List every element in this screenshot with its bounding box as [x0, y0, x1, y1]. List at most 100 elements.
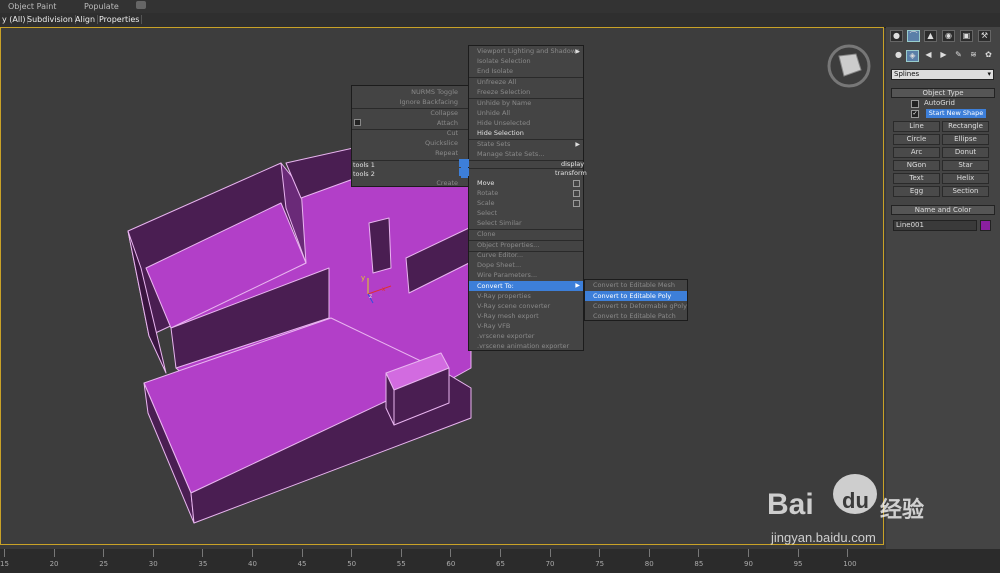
menu-convert-deformable-gpoly[interactable]: Convert to Deformable gPoly [593, 302, 687, 310]
menu-convert-to[interactable]: Convert To: [477, 282, 514, 290]
subbar-subdivision[interactable]: Subdivision [25, 15, 76, 24]
baidu-watermark: Bai du 经验 jingyan.baidu.com [767, 466, 947, 556]
menu-wire-parameters[interactable]: Wire Parameters... [477, 271, 537, 279]
menu-vray-properties[interactable]: V-Ray properties [477, 292, 531, 300]
line-button[interactable]: Line [893, 121, 940, 132]
attach-settings-icon[interactable] [354, 119, 361, 126]
tab-populate[interactable]: Populate [84, 2, 119, 11]
menu-end-isolate[interactable]: End Isolate [477, 67, 513, 75]
menu-unhide-by-name[interactable]: Unhide by Name [477, 99, 531, 107]
rollout-object-type[interactable]: Object Type [891, 88, 995, 98]
hierarchy-tab-icon[interactable]: ▲ [924, 30, 937, 42]
menu-state-sets[interactable]: State Sets [477, 140, 510, 148]
menu-vrscene-animation-exporter[interactable]: .vrscene animation exporter [477, 342, 569, 350]
subbar-properties[interactable]: Properties [97, 15, 143, 24]
helix-button[interactable]: Helix [942, 173, 989, 184]
lights-icon[interactable]: ◀ [922, 50, 935, 62]
ribbon-subbar: y (All) Subdivision Align Properties [0, 13, 1000, 28]
menu-collapse[interactable]: Collapse [430, 109, 458, 117]
geometry-icon[interactable]: ● [892, 50, 905, 62]
autogrid-label: AutoGrid [924, 99, 955, 107]
menu-freeze-selection[interactable]: Freeze Selection [477, 88, 530, 96]
menu-convert-editable-mesh[interactable]: Convert to Editable Mesh [593, 281, 675, 289]
utilities-tab-icon[interactable]: ⚒ [978, 30, 991, 42]
star-button[interactable]: Star [942, 160, 989, 171]
menu-move[interactable]: Move [477, 179, 494, 187]
menu-convert-editable-patch[interactable]: Convert to Editable Patch [593, 312, 676, 320]
shapes-icon[interactable]: ◈ [906, 50, 919, 62]
move-settings-icon[interactable] [573, 180, 580, 187]
menu-rotate[interactable]: Rotate [477, 189, 498, 197]
object-name-input[interactable]: Line001 [893, 220, 977, 231]
menu-vray-scene-converter[interactable]: V-Ray scene converter [477, 302, 550, 310]
motion-tab-icon[interactable]: ◉ [942, 30, 955, 42]
menu-hide-unselected[interactable]: Hide Unselected [477, 119, 530, 127]
ruler-tick-mark [599, 549, 601, 557]
menu-isolate-selection[interactable]: Isolate Selection [477, 57, 531, 65]
egg-button[interactable]: Egg [893, 186, 940, 197]
quad-label-tools1: tools 1 [353, 161, 375, 169]
ruler-tick-label: 50 [347, 560, 357, 568]
menu-object-properties[interactable]: Object Properties... [477, 241, 539, 249]
ruler-tick-mark [53, 549, 55, 557]
ngon-button[interactable]: NGon [893, 160, 940, 171]
cameras-icon[interactable]: ▶ [937, 50, 950, 62]
rectangle-button[interactable]: Rectangle [942, 121, 989, 132]
ruler-tick-label: 100 [843, 560, 857, 568]
donut-button[interactable]: Donut [942, 147, 989, 158]
quad-label-tools2: tools 2 [353, 170, 375, 178]
svg-text:z: z [369, 293, 372, 300]
text-button[interactable]: Text [893, 173, 940, 184]
menu-vrscene-exporter[interactable]: .vrscene exporter [477, 332, 534, 340]
menu-vray-vfb[interactable]: V-Ray VFB [477, 322, 510, 330]
section-button[interactable]: Section [942, 186, 989, 197]
menu-select-similar[interactable]: Select Similar [477, 219, 522, 227]
menu-cut[interactable]: Cut [447, 129, 458, 137]
create-tab-icon[interactable]: ● [890, 30, 903, 42]
menu-manage-state-sets[interactable]: Manage State Sets... [477, 150, 544, 158]
ellipse-button[interactable]: Ellipse [942, 134, 989, 145]
start-new-shape-button[interactable]: Start New Shape [926, 109, 986, 118]
subbar-align[interactable]: Align [73, 15, 99, 24]
scale-settings-icon[interactable] [573, 200, 580, 207]
tab-object-paint[interactable]: Object Paint [8, 2, 56, 11]
menu-unhide-all[interactable]: Unhide All [477, 109, 510, 117]
menu-quickslice[interactable]: Quickslice [425, 139, 458, 147]
menu-create[interactable]: Create [436, 179, 458, 187]
ruler-tick-label: 60 [446, 560, 456, 568]
menu-nurms-toggle[interactable]: NURMS Toggle [411, 88, 458, 96]
autogrid-checkbox[interactable] [911, 100, 919, 108]
arc-button[interactable]: Arc [893, 147, 940, 158]
menu-viewport-lighting[interactable]: Viewport Lighting and Shadows [477, 47, 579, 55]
menu-unfreeze-all[interactable]: Unfreeze All [477, 78, 516, 86]
ruler-tick-mark [698, 549, 700, 557]
ruler-tick-mark [648, 549, 650, 557]
start-new-shape-checkbox[interactable]: ✓ [911, 110, 919, 118]
watermark-url: jingyan.baidu.com [771, 530, 876, 545]
ribbon-options-icon[interactable] [136, 1, 146, 9]
ruler-tick-label: 15 [0, 560, 9, 568]
menu-hide-selection[interactable]: Hide Selection [477, 129, 524, 137]
menu-convert-editable-poly[interactable]: Convert to Editable Poly [593, 292, 671, 300]
modify-tab-icon[interactable]: ⌒ [907, 30, 920, 42]
menu-curve-editor[interactable]: Curve Editor... [477, 251, 523, 259]
ruler-tick-label: 45 [297, 560, 307, 568]
menu-select[interactable]: Select [477, 209, 497, 217]
menu-repeat[interactable]: Repeat [435, 149, 458, 157]
rollout-name-and-color[interactable]: Name and Color [891, 205, 995, 215]
rotate-settings-icon[interactable] [573, 190, 580, 197]
spacewarps-icon[interactable]: ≋ [967, 50, 980, 62]
systems-icon[interactable]: ✿ [982, 50, 995, 62]
menu-ignore-backfacing[interactable]: Ignore Backfacing [400, 98, 458, 106]
menu-scale[interactable]: Scale [477, 199, 495, 207]
object-color-swatch[interactable] [980, 220, 991, 231]
menu-vray-mesh-export[interactable]: V-Ray mesh export [477, 312, 539, 320]
circle-button[interactable]: Circle [893, 134, 940, 145]
menu-dope-sheet[interactable]: Dope Sheet... [477, 261, 521, 269]
menu-attach[interactable]: Attach [437, 119, 458, 127]
menu-clone[interactable]: Clone [477, 230, 495, 238]
helpers-icon[interactable]: ✎ [952, 50, 965, 62]
display-tab-icon[interactable]: ▣ [960, 30, 973, 42]
category-dropdown[interactable]: Splines ▾ [891, 69, 994, 80]
quad-menu-display-transform: Viewport Lighting and Shadows ▶ Isolate … [459, 45, 584, 351]
